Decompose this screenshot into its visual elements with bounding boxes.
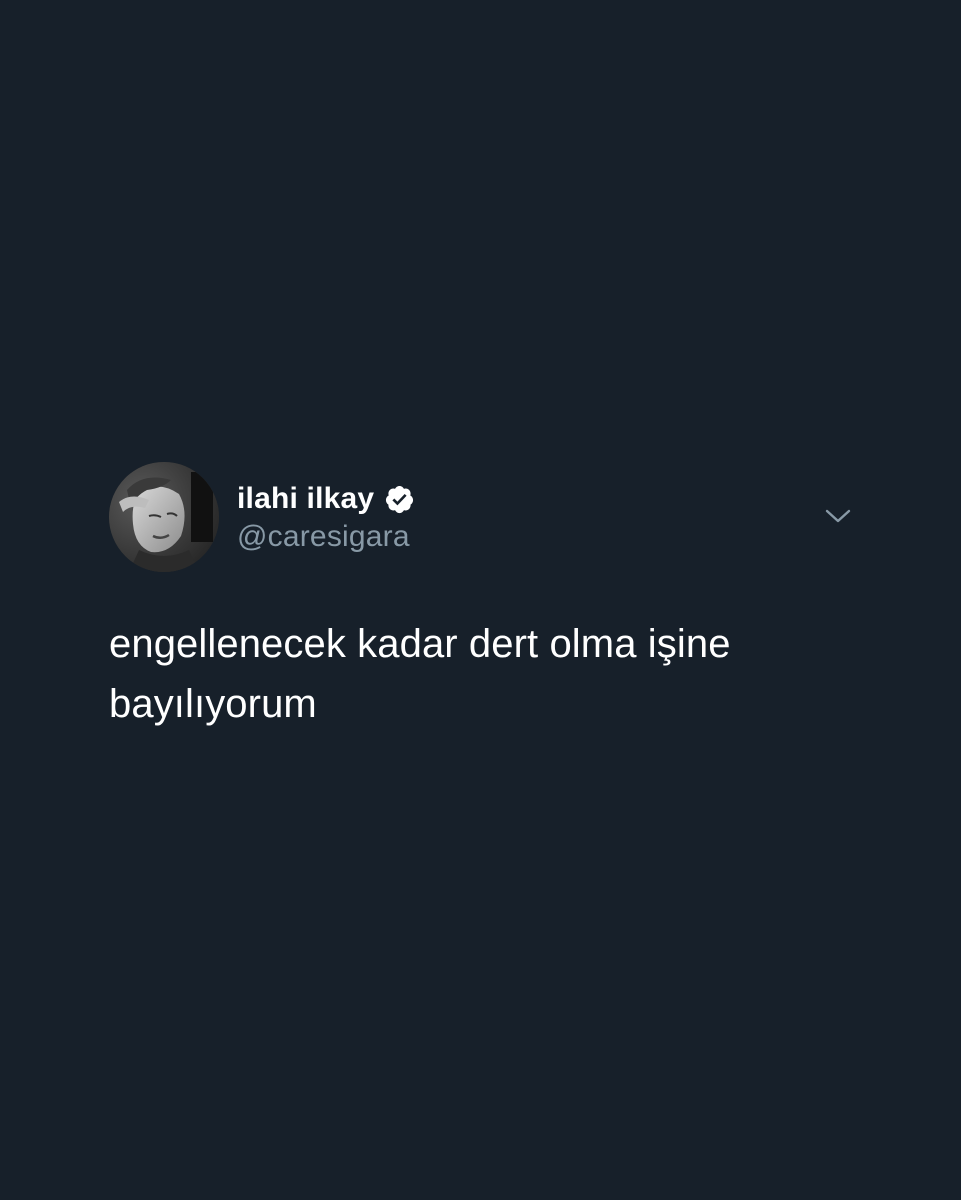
chevron-down-icon[interactable] bbox=[823, 504, 853, 528]
author-handle[interactable]: @caresigara bbox=[237, 520, 415, 554]
tweet-card: ilahi ilkay @caresigara engellenecek kad… bbox=[109, 462, 869, 734]
author-names: ilahi ilkay @caresigara bbox=[237, 478, 415, 554]
display-name[interactable]: ilahi ilkay bbox=[237, 482, 374, 516]
tweet-header: ilahi ilkay @caresigara bbox=[109, 462, 869, 572]
avatar-photo bbox=[109, 462, 219, 572]
avatar[interactable] bbox=[109, 462, 219, 572]
tweet-text: engellenecek kadar dert olma işine bayıl… bbox=[109, 622, 731, 726]
display-name-row: ilahi ilkay bbox=[237, 478, 415, 520]
verified-badge-icon bbox=[384, 484, 415, 515]
